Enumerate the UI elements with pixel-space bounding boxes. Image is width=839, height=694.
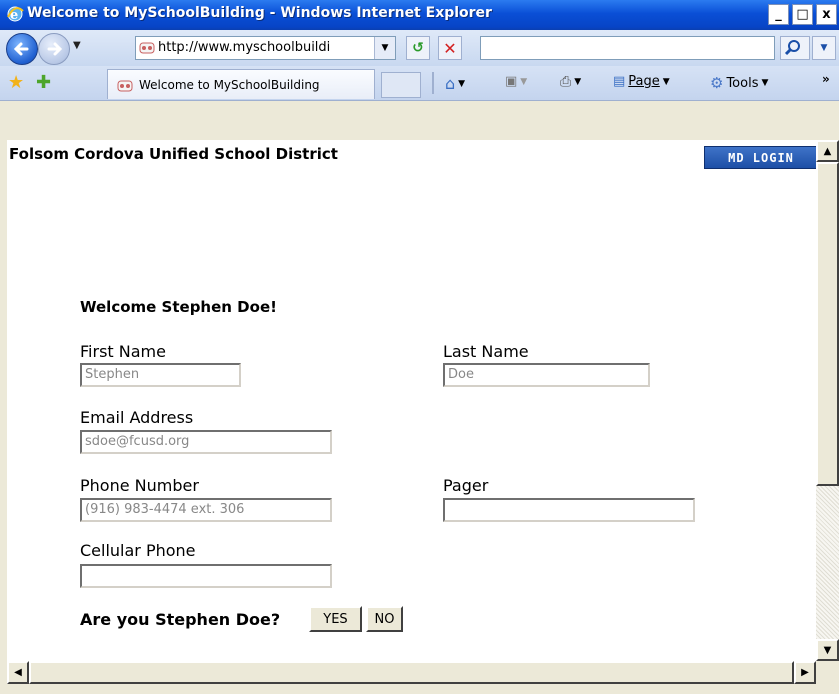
add-favorite-icon[interactable]: ✚ [36, 74, 51, 92]
scroll-right-arrow[interactable]: ▶ [794, 661, 816, 684]
tools-gear-icon: ⚙ [710, 74, 724, 92]
maximize-button[interactable]: □ [792, 4, 813, 25]
refresh-icon[interactable]: ↺ [406, 36, 430, 60]
org-name: Folsom Cordova Unified School District [9, 145, 338, 163]
email-field[interactable]: sdoe@fcusd.org [80, 430, 332, 454]
back-button[interactable] [6, 33, 38, 65]
welcome-heading: Welcome Stephen Doe! [80, 298, 277, 316]
forward-button[interactable] [38, 33, 70, 65]
cellular-field[interactable] [80, 564, 332, 588]
print-icon: ⎙ [560, 74, 572, 90]
vertical-scroll-thumb[interactable] [816, 162, 839, 486]
identity-question: Are you Stephen Doe? [80, 610, 281, 629]
pager-label: Pager [443, 476, 489, 495]
search-icon [784, 40, 800, 56]
history-dropdown-icon[interactable]: ▼ [73, 40, 81, 51]
frame-bottom [0, 684, 839, 694]
back-arrow-icon [13, 42, 29, 56]
window-title: Welcome to MySchoolBuilding - Windows In… [27, 5, 492, 21]
print-button[interactable]: ⎙ ▼ [560, 74, 581, 90]
home-icon: ⌂ [445, 74, 456, 93]
tab-label: Welcome to MySchoolBuilding [139, 78, 320, 92]
phone-field[interactable]: (916) 983-4474 ext. 306 [80, 498, 332, 522]
search-input[interactable] [480, 36, 775, 60]
vertical-scroll-track[interactable] [816, 486, 839, 639]
ie-logo-icon: e [6, 5, 24, 23]
tab-toolbar: ★ ✚ Welcome to MySchoolBuilding ⌂ ▼ ▣ ▼ ⎙ ▼… [0, 66, 839, 101]
first-name-field[interactable]: Stephen [80, 363, 241, 387]
site-favicon [139, 40, 155, 60]
yes-button[interactable]: YES [309, 606, 362, 632]
frame-left [0, 140, 7, 694]
close-button[interactable]: x [816, 4, 837, 25]
last-name-field[interactable]: Doe [443, 363, 650, 387]
url-text[interactable]: http://www.myschoolbuildi [158, 40, 368, 55]
toolbar-overflow[interactable]: » [822, 72, 830, 86]
horizontal-scrollbar[interactable]: ◀ ▶ [7, 661, 816, 684]
page-menu-label: Page [628, 74, 660, 89]
forward-arrow-icon [47, 42, 63, 56]
scroll-left-arrow[interactable]: ◀ [7, 661, 29, 684]
page-menu[interactable]: ▤ Page ▼ [613, 74, 670, 89]
address-toolbar: ▼ http://www.myschoolbuildi ▼ ↺ ✕ ▼ [0, 30, 839, 66]
horizontal-scroll-thumb[interactable] [29, 661, 794, 684]
tools-menu-label: Tools [726, 75, 759, 91]
site-favicon [117, 78, 133, 98]
last-name-label: Last Name [443, 342, 529, 361]
md-login-button[interactable]: MD LOGIN [704, 146, 818, 169]
minimize-button[interactable]: _ [768, 4, 789, 25]
scroll-down-arrow[interactable]: ▼ [816, 639, 839, 661]
scrollbar-corner [816, 661, 839, 684]
home-button[interactable]: ⌂ ▼ [445, 74, 465, 93]
favorites-star-icon[interactable]: ★ [8, 74, 24, 92]
page-icon: ▤ [613, 74, 626, 89]
pager-field[interactable] [443, 498, 695, 522]
email-label: Email Address [80, 408, 194, 427]
vertical-scrollbar[interactable]: ▲ ▼ [816, 140, 839, 661]
scroll-up-arrow[interactable]: ▲ [816, 140, 839, 162]
no-button[interactable]: NO [366, 606, 403, 632]
title-bar: e Welcome to MySchoolBuilding - Windows … [0, 0, 839, 30]
search-options-icon[interactable]: ▼ [812, 36, 836, 60]
toolbar-separator [432, 72, 434, 94]
page-content: Folsom Cordova Unified School District M… [7, 140, 818, 661]
phone-label: Phone Number [80, 476, 199, 495]
address-dropdown-icon[interactable]: ▼ [374, 37, 395, 59]
tab-welcome[interactable]: Welcome to MySchoolBuilding [107, 69, 375, 99]
first-name-label: First Name [80, 342, 166, 361]
new-tab-button[interactable] [381, 72, 421, 98]
ie-window: e Welcome to MySchoolBuilding - Windows … [0, 0, 839, 694]
stop-icon[interactable]: ✕ [438, 36, 462, 60]
cellular-label: Cellular Phone [80, 541, 196, 560]
address-bar[interactable]: http://www.myschoolbuildi ▼ [135, 36, 396, 60]
tools-menu[interactable]: ⚙ Tools ▼ [710, 74, 768, 92]
feeds-button[interactable]: ▣ ▼ [505, 74, 527, 89]
feeds-icon: ▣ [505, 74, 518, 89]
search-button[interactable] [780, 36, 810, 60]
